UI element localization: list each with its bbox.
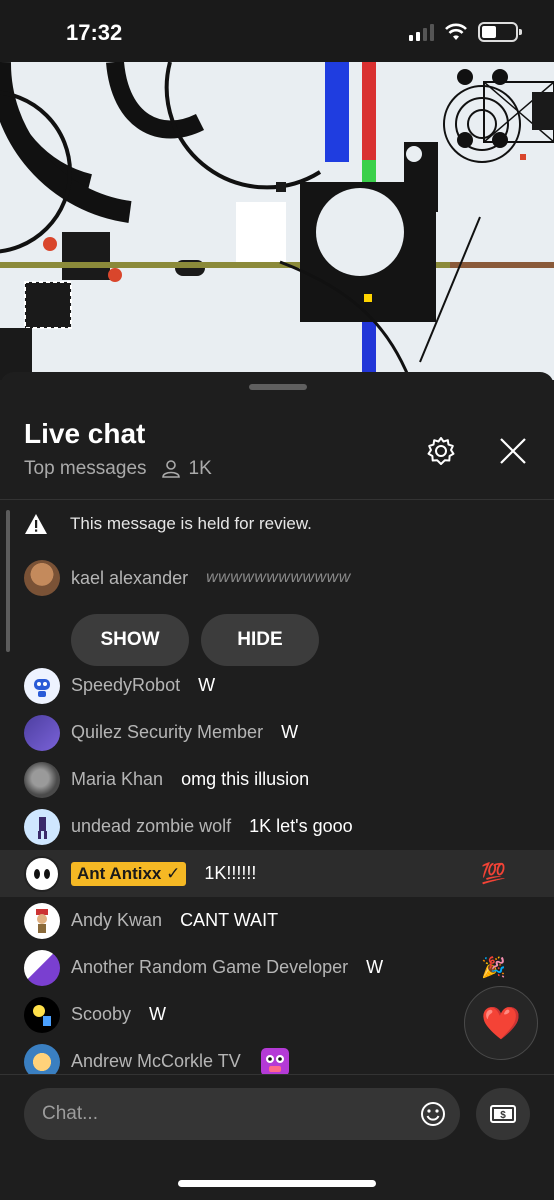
status-bar: 17:32 — [0, 0, 554, 62]
reaction-button[interactable]: ❤️ — [464, 986, 538, 1060]
cellular-signal-icon — [409, 23, 434, 41]
chat-author[interactable]: SpeedyRobot — [71, 675, 180, 696]
chat-author[interactable]: Andy Kwan — [71, 910, 162, 931]
hundred-points-icon: 💯 — [481, 863, 506, 885]
chat-author[interactable]: Andrew McCorkle TV — [71, 1051, 241, 1072]
chat-message-highlighted: Ant Antixx ✓ 1K!!!!!! 💯 — [0, 850, 554, 897]
chat-title: Live chat — [24, 418, 146, 449]
chat-author[interactable]: Scooby — [71, 1004, 131, 1025]
avatar[interactable] — [24, 996, 60, 1033]
show-button[interactable]: SHOW — [71, 614, 189, 666]
video-player[interactable] — [0, 62, 554, 380]
chat-filter-row[interactable]: Top messages 1K — [24, 458, 212, 480]
character-avatar-icon — [36, 908, 48, 933]
chat-text: W — [366, 957, 384, 977]
scrollbar[interactable] — [6, 510, 10, 652]
smiley-avatar-icon — [34, 868, 50, 879]
character-avatar-icon — [33, 1004, 51, 1026]
chat-message: Andy Kwan CANT WAIT — [0, 897, 554, 944]
avatar[interactable] — [24, 902, 60, 939]
chat-message: undead zombie wolf 1K let's gooo — [0, 803, 554, 850]
gear-icon — [427, 437, 455, 465]
home-indicator[interactable] — [178, 1180, 376, 1187]
avatar[interactable] — [24, 949, 60, 986]
battery-icon — [478, 22, 522, 42]
chat-author[interactable]: Quilez Security Member — [71, 722, 263, 743]
chat-message: SpeedyRobot W — [0, 662, 554, 709]
chat-message: Another Random Game Developer W 🎉 — [0, 944, 554, 991]
avatar[interactable] — [24, 560, 60, 596]
chat-input-container[interactable] — [24, 1088, 460, 1140]
viewer-count-value: 1K — [188, 458, 212, 479]
settings-button[interactable] — [420, 430, 462, 472]
chat-text: W — [198, 675, 216, 695]
robot-avatar-icon — [34, 678, 50, 697]
character-avatar-icon — [38, 816, 47, 839]
held-body: wwwwwwwwwwww — [206, 569, 351, 586]
avatar[interactable] — [24, 1043, 60, 1074]
avatar[interactable] — [24, 808, 60, 845]
header-divider — [0, 499, 554, 500]
viewer-count: 1K — [161, 458, 212, 480]
svg-text:$: $ — [500, 1110, 506, 1121]
held-author[interactable]: kael alexander — [71, 568, 188, 589]
party-popper-icon: 🎉 — [481, 957, 506, 979]
hide-button[interactable]: HIDE — [201, 614, 319, 666]
chat-text: W — [281, 722, 299, 742]
chat-message: Maria Khan omg this illusion — [0, 756, 554, 803]
avatar[interactable] — [24, 714, 60, 751]
money-icon: $ — [490, 1105, 516, 1123]
drag-handle[interactable] — [249, 384, 307, 390]
held-actions: SHOW HIDE — [71, 614, 524, 666]
member-badge[interactable]: Ant Antixx ✓ — [71, 861, 187, 886]
chat-input[interactable] — [42, 1103, 402, 1125]
chat-text: W — [149, 1004, 167, 1024]
person-icon — [161, 460, 180, 478]
super-chat-button[interactable]: $ — [476, 1088, 530, 1140]
wifi-icon — [445, 23, 467, 40]
held-message-row: kael alexander wwwwwwwwwwww — [24, 560, 524, 596]
chat-message: Quilez Security Member W — [0, 709, 554, 756]
chat-author[interactable]: Another Random Game Developer — [71, 957, 348, 978]
chat-text: 1K let's gooo — [249, 816, 353, 836]
status-time: 17:32 — [66, 20, 123, 45]
live-chat-panel: Live chat Top messages 1K This message i… — [0, 372, 554, 1200]
chat-filter-label[interactable]: Top messages — [24, 458, 147, 480]
chat-author[interactable]: undead zombie wolf — [71, 816, 231, 837]
input-divider — [0, 1074, 554, 1075]
close-icon — [500, 438, 526, 464]
held-message: This message is held for review. kael al… — [24, 512, 524, 666]
chat-text: 1K!!!!!! — [204, 863, 257, 883]
avatar[interactable] — [24, 667, 60, 704]
heart-icon: ❤️ — [481, 1005, 521, 1041]
chat-text: omg this illusion — [181, 769, 310, 789]
avatar[interactable] — [24, 761, 60, 798]
chat-text: CANT WAIT — [180, 910, 279, 930]
sticker-icon — [260, 1047, 289, 1074]
chat-author[interactable]: Maria Khan — [71, 769, 163, 790]
video-frame-artwork — [0, 62, 554, 380]
close-chat-button[interactable] — [492, 430, 534, 472]
status-icons — [409, 22, 522, 42]
emoji-icon[interactable] — [420, 1101, 446, 1127]
held-notice: This message is held for review. — [24, 512, 524, 536]
held-notice-text: This message is held for review. — [70, 514, 312, 533]
avatar[interactable] — [24, 855, 60, 892]
warning-icon — [25, 514, 47, 534]
